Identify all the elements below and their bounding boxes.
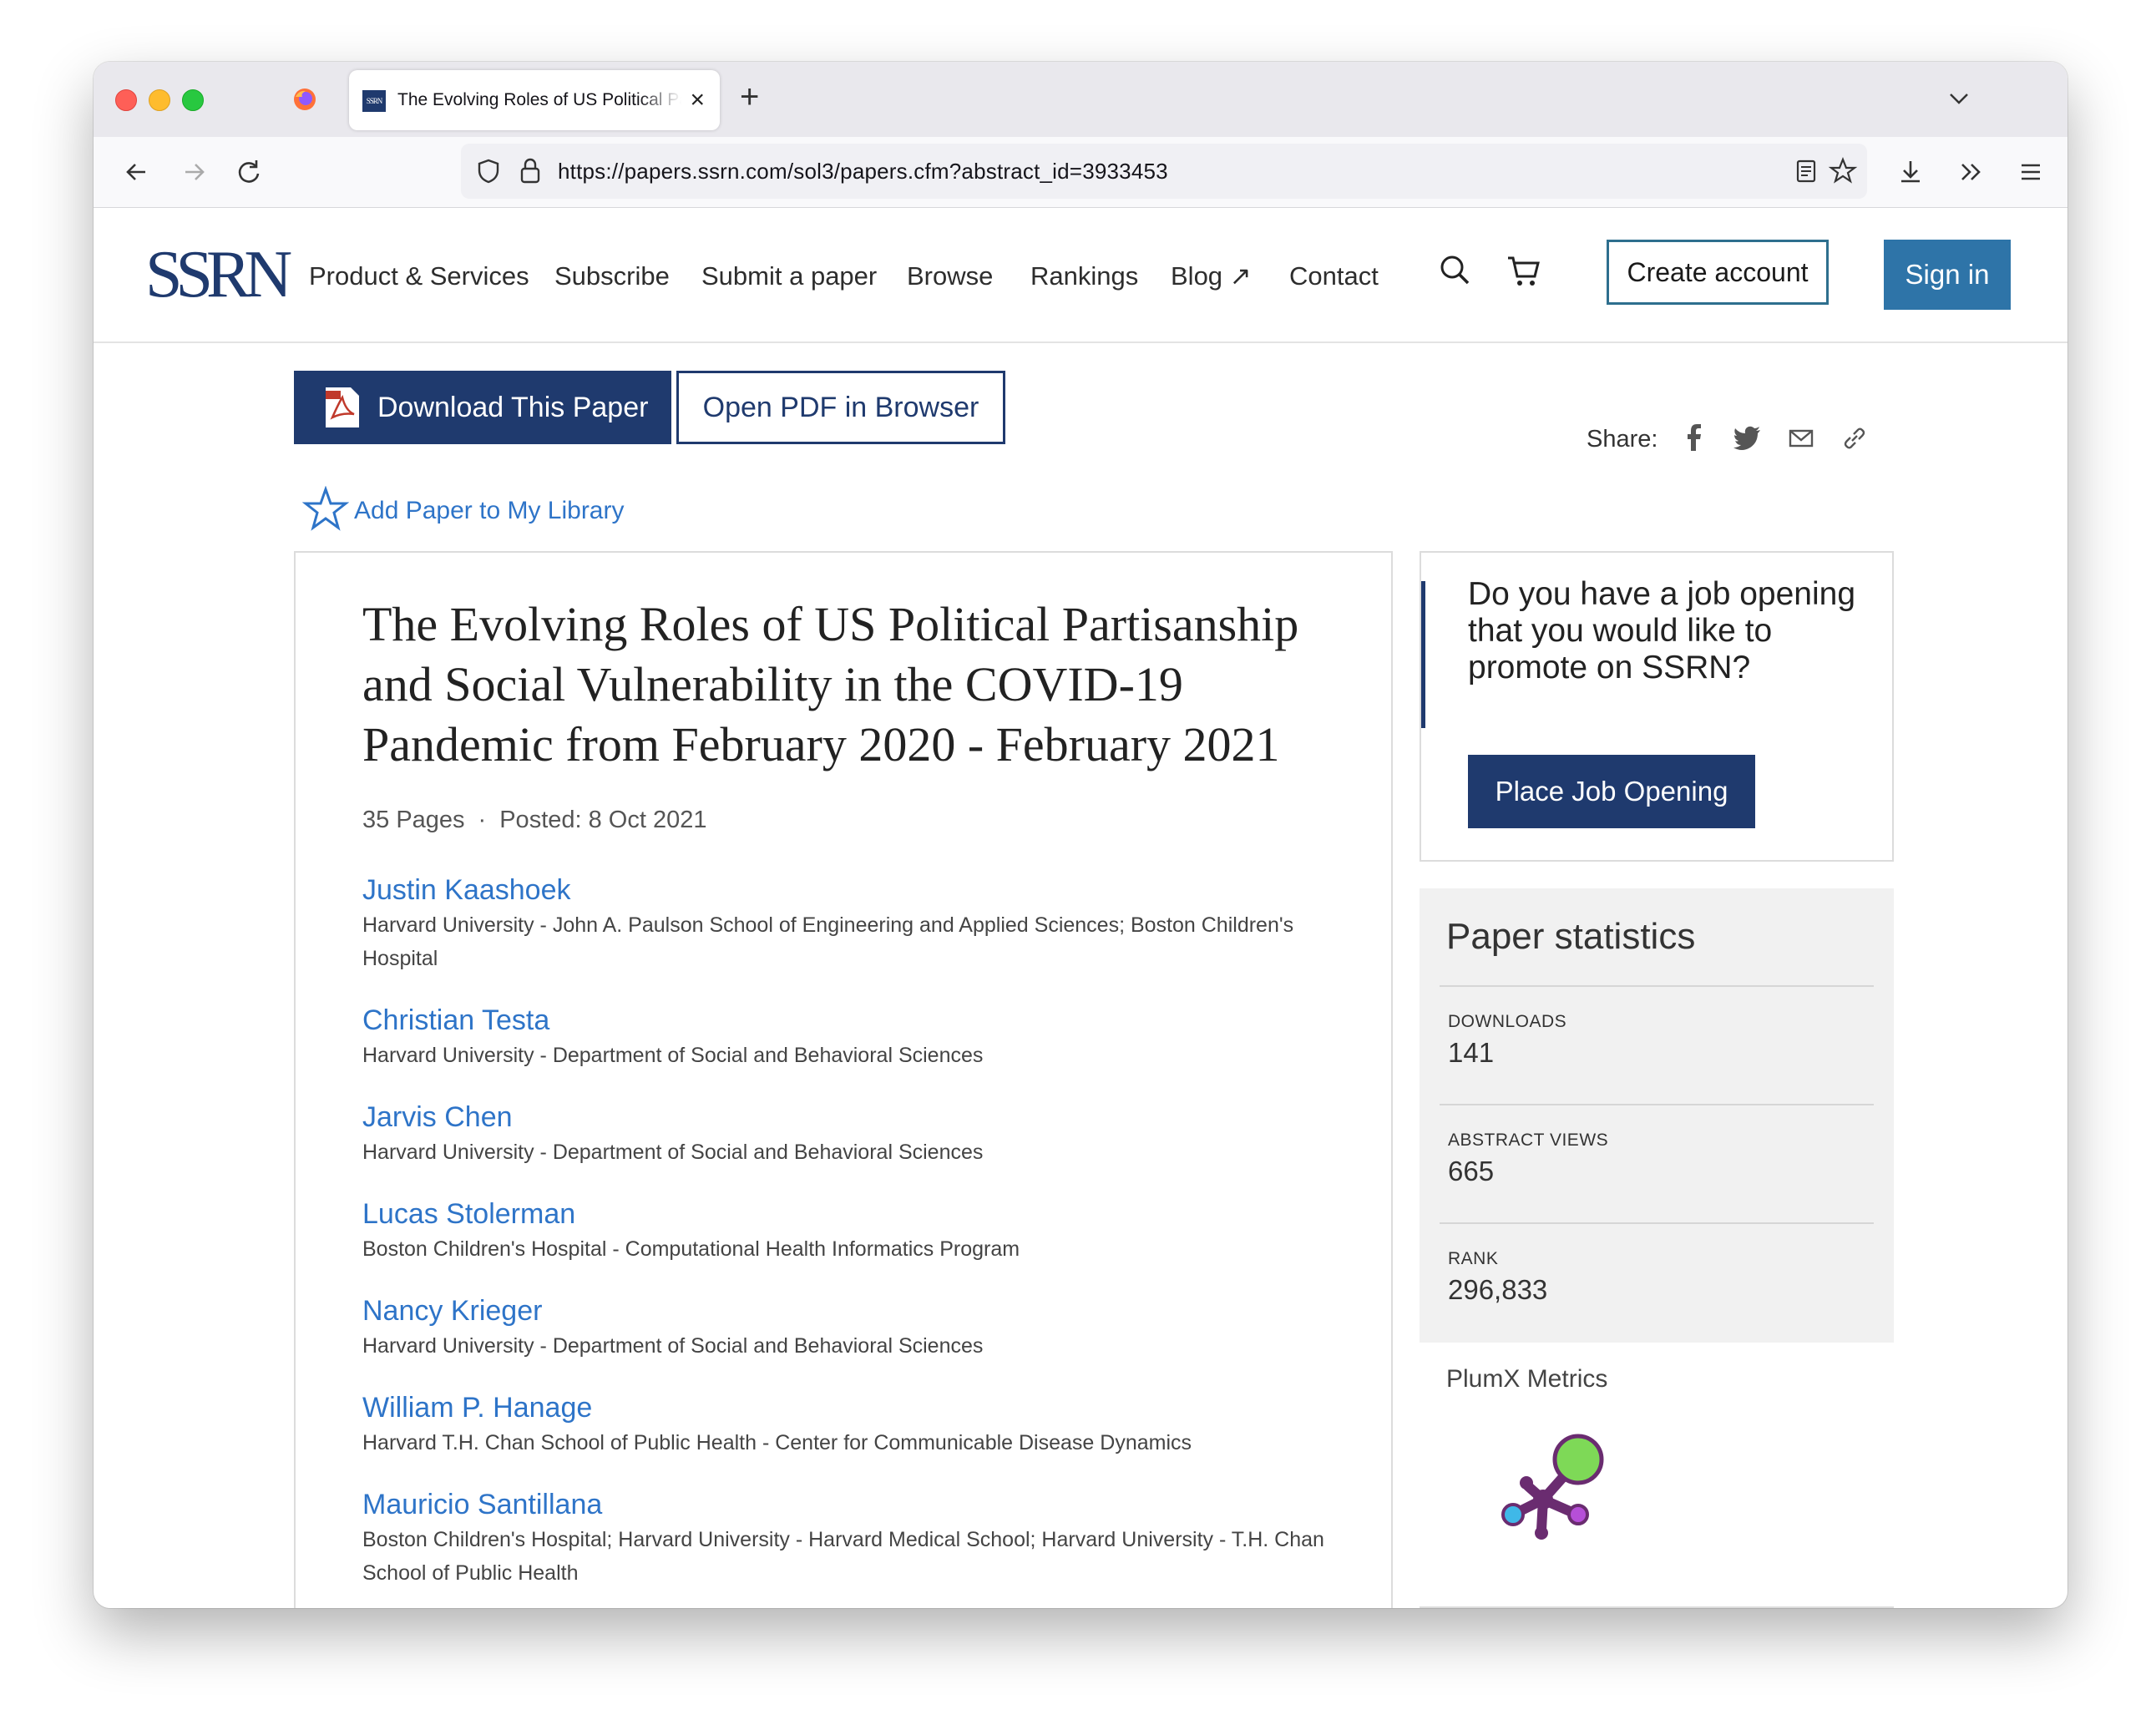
zoom-window-button[interactable] (182, 89, 204, 111)
stat-divider (1440, 1222, 1874, 1224)
create-account-button[interactable]: Create account (1607, 240, 1829, 305)
nav-blog[interactable]: Blog ↗ (1171, 260, 1252, 293)
job-promo-text: Do you have a job opening that you would… (1468, 576, 1856, 685)
author-affiliation: Boston Children's Hospital - Computation… (362, 1237, 1020, 1261)
sidebar-divider (1420, 1606, 1894, 1608)
facebook-icon[interactable] (1678, 422, 1710, 454)
posted-date: Posted: 8 Oct 2021 (499, 807, 707, 833)
back-arrow-icon[interactable] (119, 154, 155, 190)
job-accent-bar (1421, 581, 1425, 728)
firefox-icon[interactable] (292, 87, 317, 112)
nav-rankings[interactable]: Rankings (1030, 260, 1138, 293)
search-icon[interactable] (1435, 250, 1476, 291)
twitter-icon[interactable] (1732, 422, 1764, 454)
add-to-library-label: Add Paper to My Library (354, 497, 625, 524)
cart-icon[interactable] (1503, 250, 1545, 291)
stat-value-abstract-views: 665 (1448, 1156, 1495, 1186)
lock-icon[interactable] (516, 155, 544, 187)
paper-card: The Evolving Roles of US Political Parti… (294, 551, 1393, 1608)
tab-title: The Evolving Roles of US Political Parti… (397, 90, 681, 109)
meta-separator: · (478, 807, 487, 833)
stat-divider (1440, 1104, 1874, 1105)
ssrn-logo[interactable]: SSRN (145, 241, 292, 308)
stat-label-abstract-views: ABSTRACT VIEWS (1448, 1131, 1609, 1150)
site-header: SSRN Product & Services Subscribe Submit… (94, 208, 2067, 343)
stat-label-rank: RANK (1448, 1249, 1499, 1268)
shield-icon[interactable] (474, 157, 503, 185)
author-name-link[interactable]: Mauricio Santillana (362, 1486, 1331, 1523)
share-label: Share: (1587, 426, 1658, 453)
author-name-link[interactable]: Christian Testa (362, 1002, 1331, 1039)
tab-strip: SSRN The Evolving Roles of US Political … (94, 62, 2067, 137)
author-affiliation: Boston Children's Hospital; Harvard Univ… (362, 1528, 1324, 1585)
author-block: Nancy Krieger Harvard University - Depar… (362, 1292, 1331, 1363)
author-block: Jarvis Chen Harvard University - Departm… (362, 1099, 1331, 1169)
reader-view-icon[interactable] (1792, 157, 1820, 185)
author-name-link[interactable]: Justin Kaashoek (362, 872, 1331, 908)
author-block: William P. Hanage Harvard T.H. Chan Scho… (362, 1389, 1331, 1459)
sign-in-button[interactable]: Sign in (1884, 240, 2011, 310)
paper-title: The Evolving Roles of US Political Parti… (362, 597, 1299, 771)
forward-arrow-icon[interactable] (175, 154, 212, 190)
download-paper-label: Download This Paper (377, 392, 649, 423)
author-name-link[interactable]: Jarvis Chen (362, 1099, 1331, 1136)
nav-browse[interactable]: Browse (907, 260, 993, 293)
overflow-chevrons-icon[interactable] (1952, 154, 1989, 190)
paper-statistics-panel: Paper statistics DOWNLOADS 141 ABSTRACT … (1420, 888, 1894, 1343)
url-bar[interactable]: https://papers.ssrn.com/sol3/papers.cfm?… (461, 144, 1867, 199)
nav-contact[interactable]: Contact (1289, 260, 1379, 293)
author-name-link[interactable]: Nancy Krieger (362, 1292, 1331, 1329)
hamburger-menu-icon[interactable] (2012, 154, 2049, 190)
author-affiliation: Harvard University - Department of Socia… (362, 1044, 984, 1067)
mail-icon[interactable] (1785, 422, 1817, 454)
minimize-window-button[interactable] (149, 89, 170, 111)
ssrn-favicon-icon: SSRN (362, 90, 386, 112)
author-name-link[interactable]: William P. Hanage (362, 1389, 1331, 1426)
nav-product-services[interactable]: Product & Services (309, 260, 529, 293)
navigation-toolbar: https://papers.ssrn.com/sol3/papers.cfm?… (94, 137, 2067, 208)
url-text: https://papers.ssrn.com/sol3/papers.cfm?… (558, 159, 1168, 184)
nav-subscribe[interactable]: Subscribe (554, 260, 670, 293)
plumx-label: PlumX Metrics (1446, 1365, 1608, 1393)
nav-submit-paper[interactable]: Submit a paper (701, 260, 877, 293)
author-block: Justin Kaashoek Harvard University - Joh… (362, 872, 1331, 975)
star-icon (302, 486, 349, 531)
stat-divider (1440, 985, 1874, 987)
reload-icon[interactable] (230, 154, 267, 190)
author-block: Christian Testa Harvard University - Dep… (362, 1002, 1331, 1072)
bookmark-star-icon[interactable] (1827, 155, 1859, 187)
author-block: Lucas Stolerman Boston Children's Hospit… (362, 1196, 1331, 1266)
open-pdf-button[interactable]: Open PDF in Browser (676, 371, 1005, 444)
new-tab-button[interactable]: + (740, 77, 759, 117)
browser-window: SSRN The Evolving Roles of US Political … (94, 62, 2067, 1608)
author-name-link[interactable]: Lucas Stolerman (362, 1196, 1331, 1232)
stat-value-downloads: 141 (1448, 1037, 1495, 1068)
place-job-button[interactable]: Place Job Opening (1468, 755, 1755, 828)
author-affiliation: Harvard University - John A. Paulson Sch… (362, 913, 1294, 970)
stat-value-rank: 296,833 (1448, 1274, 1548, 1305)
close-window-button[interactable] (115, 89, 137, 111)
stats-title: Paper statistics (1446, 916, 1696, 957)
pdf-file-icon (326, 387, 359, 427)
active-tab[interactable]: SSRN The Evolving Roles of US Political … (349, 70, 720, 130)
page-count: 35 Pages (362, 807, 465, 833)
tab-close-icon[interactable]: × (690, 83, 705, 117)
author-block: Mauricio Santillana Boston Children's Ho… (362, 1486, 1331, 1590)
plumx-metrics-icon[interactable] (1486, 1423, 1620, 1556)
author-affiliation: Harvard T.H. Chan School of Public Healt… (362, 1431, 1192, 1454)
stat-label-downloads: DOWNLOADS (1448, 1012, 1567, 1031)
author-affiliation: Harvard University - Department of Socia… (362, 1141, 984, 1164)
download-paper-button[interactable]: Download This Paper (294, 371, 671, 444)
paper-meta: 35 Pages · Posted: 8 Oct 2021 (362, 803, 707, 837)
job-promo-card: Do you have a job opening that you would… (1420, 551, 1894, 862)
download-icon[interactable] (1892, 154, 1929, 190)
chevron-down-icon[interactable] (1942, 82, 1976, 115)
link-icon[interactable] (1839, 422, 1870, 454)
author-affiliation: Harvard University - Department of Socia… (362, 1334, 984, 1358)
